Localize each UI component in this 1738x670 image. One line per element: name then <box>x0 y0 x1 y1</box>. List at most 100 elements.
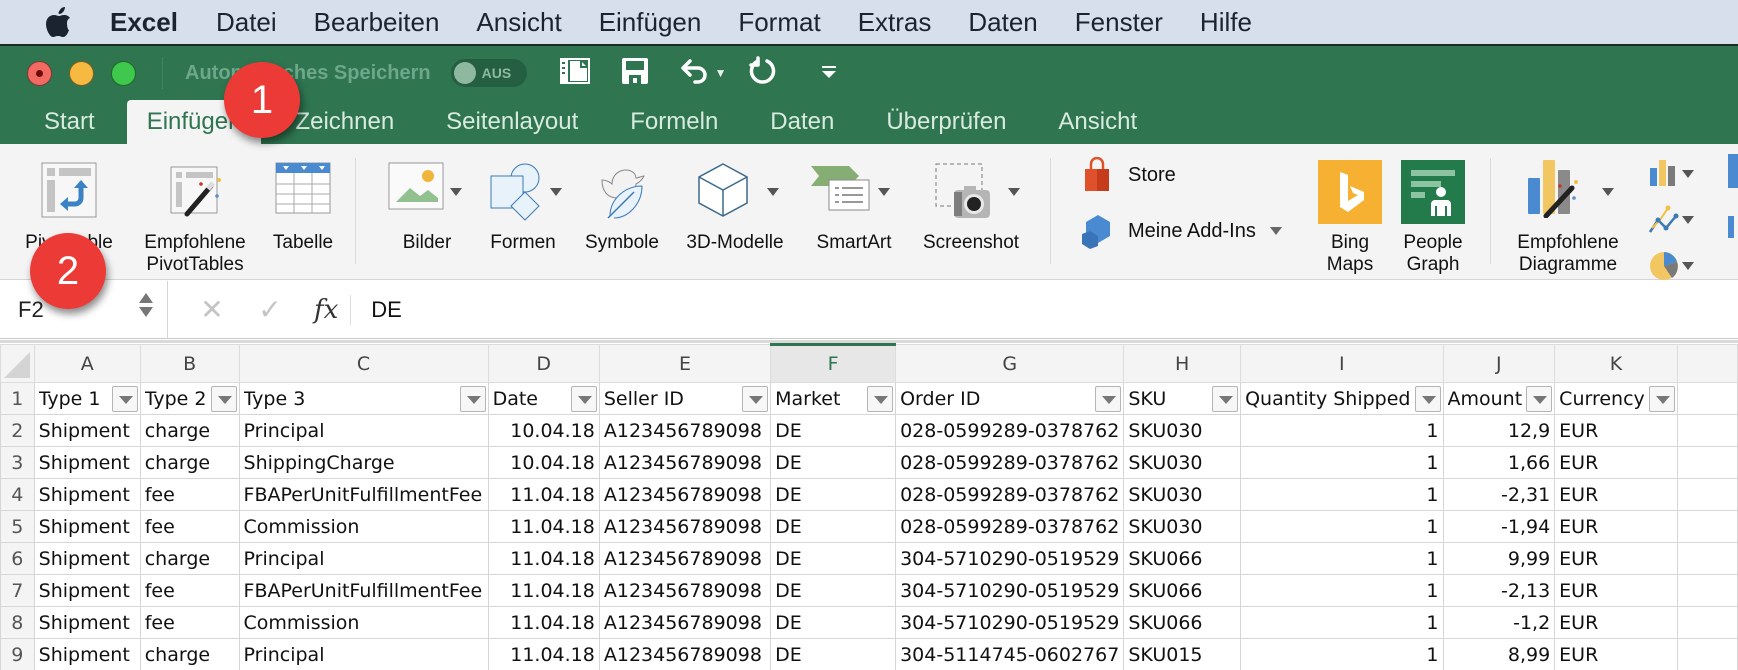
row-number[interactable]: 1 <box>0 382 35 415</box>
cell[interactable]: 304-5710290-0519529 <box>895 542 1125 575</box>
cancel-icon[interactable]: ✕ <box>198 293 226 326</box>
empty-cell[interactable] <box>1676 606 1738 639</box>
filter-dropdown-icon[interactable] <box>459 386 486 412</box>
cell[interactable]: 028-0599289-0378762 <box>895 510 1125 543</box>
row-number[interactable]: 2 <box>0 414 35 447</box>
empty-cell[interactable] <box>1676 414 1738 447</box>
tab-formeln[interactable]: Formeln <box>610 100 738 144</box>
formula-input[interactable]: DE <box>371 297 402 323</box>
zoom-window-button[interactable] <box>111 60 136 86</box>
cell[interactable]: EUR <box>1554 638 1678 670</box>
column-header[interactable] <box>1676 344 1738 383</box>
cell[interactable]: ShippingCharge <box>238 446 489 479</box>
cell[interactable]: 304-5710290-0519529 <box>895 606 1125 639</box>
empty-cell[interactable] <box>1676 382 1738 415</box>
more-charts-partial[interactable] <box>1728 150 1738 270</box>
column-header[interactable]: K <box>1554 344 1678 383</box>
cell[interactable]: 8,99 <box>1442 638 1556 670</box>
cell[interactable]: EUR <box>1554 414 1678 447</box>
header-cell[interactable]: Currency <box>1554 382 1678 415</box>
customize-toolbar-button[interactable] <box>811 55 847 91</box>
cell[interactable]: 11.04.18 <box>487 638 600 670</box>
cell[interactable]: 11.04.18 <box>487 574 600 607</box>
menu-format[interactable]: Format <box>738 7 820 38</box>
column-header[interactable]: A <box>33 344 141 383</box>
filter-dropdown-icon[interactable] <box>210 386 237 412</box>
shapes-dropdown-caret[interactable] <box>550 188 562 196</box>
pie-chart-button[interactable] <box>1648 250 1694 280</box>
column-header[interactable]: J <box>1442 344 1556 383</box>
cell[interactable]: 10.04.18 <box>487 414 600 447</box>
apple-logo-icon[interactable] <box>40 4 76 40</box>
tab-ueberpruefen[interactable]: Überprüfen <box>866 100 1026 144</box>
cell[interactable]: DE <box>770 510 897 543</box>
cell[interactable]: EUR <box>1554 510 1678 543</box>
smartart-dropdown-caret[interactable] <box>878 188 890 196</box>
cell[interactable]: 1 <box>1240 542 1444 575</box>
cell[interactable]: DE <box>770 478 897 511</box>
tab-start[interactable]: Start <box>24 100 115 144</box>
filter-dropdown-icon[interactable] <box>742 386 769 412</box>
cell[interactable]: A123456789098 <box>598 574 772 607</box>
menu-datei[interactable]: Datei <box>216 7 277 38</box>
cell[interactable]: Shipment <box>33 638 141 670</box>
screenshot-dropdown-caret[interactable] <box>1008 188 1020 196</box>
header-cell[interactable]: Type 2 <box>139 382 240 415</box>
empty-cell[interactable] <box>1676 638 1738 670</box>
column-header[interactable]: E <box>598 344 772 383</box>
menu-bearbeiten[interactable]: Bearbeiten <box>314 7 440 38</box>
cell[interactable]: EUR <box>1554 542 1678 575</box>
header-cell[interactable]: Quantity Shipped <box>1240 382 1444 415</box>
menu-hilfe[interactable]: Hilfe <box>1200 7 1252 38</box>
column-header[interactable]: D <box>487 344 600 383</box>
filter-dropdown-icon[interactable] <box>111 386 138 412</box>
cell[interactable]: Shipment <box>33 510 141 543</box>
cell[interactable]: 1 <box>1240 478 1444 511</box>
cell[interactable]: A123456789098 <box>598 510 772 543</box>
cell[interactable]: charge <box>139 414 240 447</box>
undo-button[interactable] <box>677 55 713 91</box>
filter-dropdown-icon[interactable] <box>1095 386 1122 412</box>
cell[interactable]: 028-0599289-0378762 <box>895 446 1125 479</box>
cell[interactable]: SKU030 <box>1123 446 1242 479</box>
filter-dropdown-icon[interactable] <box>1414 386 1441 412</box>
cell[interactable]: Shipment <box>33 606 141 639</box>
cell[interactable]: A123456789098 <box>598 606 772 639</box>
cell[interactable]: -2,13 <box>1442 574 1556 607</box>
my-addins-dropdown-caret[interactable] <box>1269 227 1282 235</box>
tab-daten[interactable]: Daten <box>750 100 854 144</box>
row-number[interactable]: 6 <box>0 542 35 575</box>
cell[interactable]: SKU015 <box>1123 638 1242 670</box>
cell[interactable]: DE <box>770 446 897 479</box>
cell[interactable]: charge <box>139 446 240 479</box>
cell[interactable]: 1 <box>1240 606 1444 639</box>
cell[interactable]: Shipment <box>33 478 141 511</box>
close-window-button[interactable] <box>27 60 52 86</box>
store-button[interactable]: Store <box>1080 157 1176 192</box>
cell[interactable]: DE <box>770 414 897 447</box>
cell[interactable]: 10.04.18 <box>487 446 600 479</box>
row-number[interactable]: 8 <box>0 606 35 639</box>
cell[interactable]: 1 <box>1240 574 1444 607</box>
header-cell[interactable]: Amount <box>1442 382 1556 415</box>
cell[interactable]: Commission <box>238 606 489 639</box>
insert-function-icon[interactable]: fx <box>314 295 338 325</box>
cell[interactable]: fee <box>139 606 240 639</box>
menu-extras[interactable]: Extras <box>858 7 932 38</box>
header-cell[interactable]: Order ID <box>895 382 1125 415</box>
menu-app-excel[interactable]: Excel <box>110 7 178 38</box>
line-chart-dropdown-caret[interactable] <box>1682 216 1694 224</box>
cell[interactable]: Shipment <box>33 574 141 607</box>
cell[interactable]: DE <box>770 574 897 607</box>
cell[interactable]: 1 <box>1240 414 1444 447</box>
menu-daten[interactable]: Daten <box>968 7 1037 38</box>
cell[interactable]: SKU030 <box>1123 414 1242 447</box>
cell[interactable]: -2,31 <box>1442 478 1556 511</box>
cell[interactable]: 028-0599289-0378762 <box>895 478 1125 511</box>
row-number[interactable]: 4 <box>0 478 35 511</box>
cell[interactable]: fee <box>139 478 240 511</box>
cell[interactable]: A123456789098 <box>598 414 772 447</box>
cell[interactable]: Commission <box>238 510 489 543</box>
cell[interactable]: 028-0599289-0378762 <box>895 414 1125 447</box>
cell[interactable]: 9,99 <box>1442 542 1556 575</box>
